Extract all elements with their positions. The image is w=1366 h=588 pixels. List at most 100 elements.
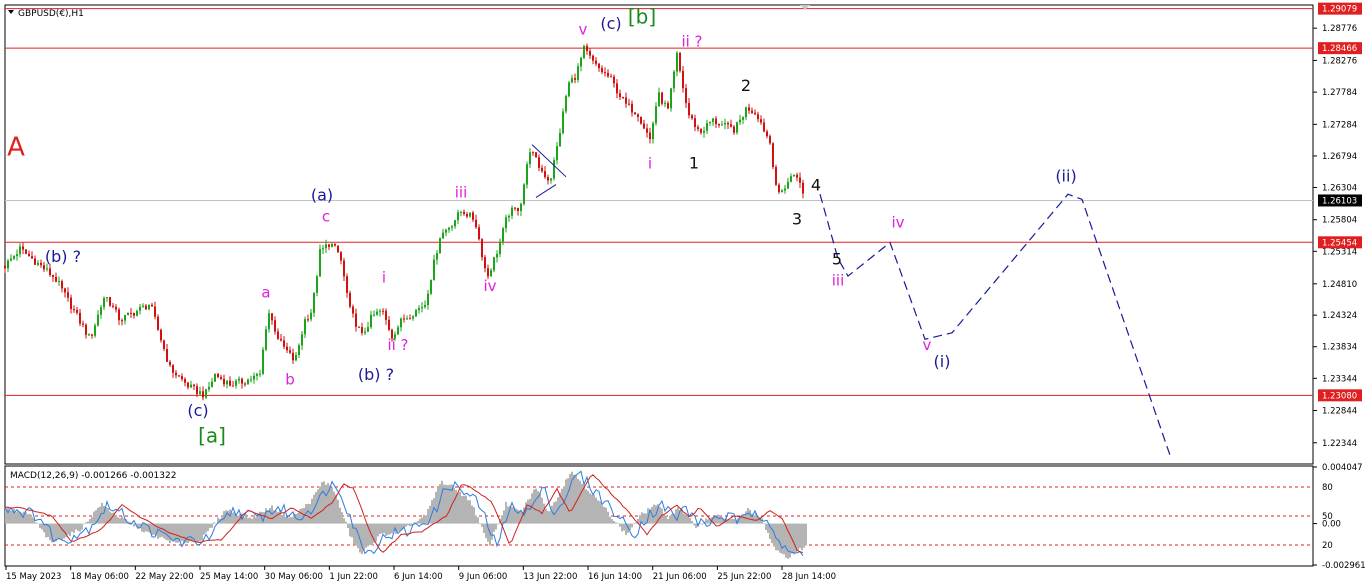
candle-body: [499, 241, 501, 255]
candle-body: [679, 52, 681, 71]
macd-histogram-bar: [77, 523, 79, 531]
macd-histogram-bar: [457, 492, 459, 524]
macd-histogram-bar: [453, 487, 455, 524]
candle-body: [658, 92, 660, 107]
candle-body: [382, 310, 384, 312]
macd-histogram-bar: [93, 511, 95, 524]
candle-body: [577, 66, 579, 80]
time-tick-label: 18 May 06:00: [71, 572, 129, 582]
macd-histogram-bar: [631, 523, 633, 528]
wave-label: (b) ?: [45, 247, 81, 266]
candle-body: [97, 314, 99, 326]
candle-body: [556, 146, 558, 161]
macd-histogram-bar: [685, 514, 687, 524]
time-tick-label: 6 Jun 14:00: [394, 572, 443, 582]
macd-histogram-bar: [339, 507, 341, 524]
candle-body: [103, 297, 105, 308]
candle-body: [337, 245, 339, 253]
macd-histogram-bar: [189, 523, 191, 542]
candle-body: [436, 253, 438, 260]
macd-histogram-bar: [213, 522, 215, 524]
wave-label: i: [648, 154, 652, 172]
candle-body: [433, 259, 435, 280]
candle-body: [721, 124, 723, 126]
candle-body: [616, 83, 618, 94]
candle-body: [745, 107, 747, 118]
candle-body: [643, 123, 645, 129]
macd-histogram-bar: [15, 512, 17, 524]
macd-histogram-bar: [473, 507, 475, 524]
macd-histogram-bar: [549, 511, 551, 524]
macd-histogram-bar: [11, 510, 13, 524]
price-tick-label: 1.25314: [1322, 247, 1357, 257]
macd-histogram-bar: [691, 520, 693, 524]
macd-histogram-bar: [61, 523, 63, 541]
macd-histogram-bar: [801, 523, 803, 551]
macd-histogram-bar: [323, 481, 325, 524]
macd-histogram-bar: [783, 523, 785, 555]
macd-histogram-bar: [133, 523, 135, 527]
macd-histogram-bar: [233, 512, 235, 524]
candle-body: [217, 373, 219, 378]
macd-histogram-bar: [605, 507, 607, 524]
macd-histogram-bar: [667, 518, 669, 524]
macd-histogram-bar: [789, 523, 791, 558]
time-tick-label: 13 Jun 22:00: [523, 572, 577, 582]
macd-histogram-bar: [617, 523, 619, 524]
macd-histogram-bar: [421, 517, 423, 524]
macd-histogram-bar: [177, 523, 179, 543]
candle-body: [757, 114, 759, 120]
macd-histogram-bar: [495, 523, 497, 530]
candle-body: [187, 382, 189, 388]
time-tick-label: 21 Jun 06:00: [653, 572, 707, 582]
macd-histogram-bar: [53, 523, 55, 543]
macd-histogram-bar: [137, 523, 139, 529]
macd-histogram-bar: [319, 486, 321, 524]
candle-body: [373, 314, 375, 316]
candle-body: [769, 136, 771, 144]
candle-body: [754, 112, 756, 115]
macd-histogram-bar: [115, 514, 117, 524]
candle-body: [742, 117, 744, 120]
wave-label: (b) ?: [358, 365, 394, 384]
candle-body: [292, 352, 294, 361]
candle-body: [601, 68, 603, 73]
candle-body: [283, 340, 285, 347]
candle-body: [262, 349, 264, 374]
macd-histogram-bar: [729, 519, 731, 524]
candle-body: [277, 331, 279, 339]
wave-label: v: [579, 20, 588, 38]
candle-body: [529, 152, 531, 165]
candle-body: [280, 338, 282, 341]
candle-body: [520, 203, 522, 212]
candle-body: [640, 116, 642, 124]
candle-body: [160, 329, 162, 341]
candle-body: [727, 122, 729, 125]
candle-body: [475, 219, 477, 228]
macd-histogram-bar: [591, 494, 593, 524]
macd-histogram-bar: [587, 490, 589, 524]
candle-body: [604, 72, 606, 74]
candle-body: [358, 326, 360, 328]
macd-histogram-bar: [573, 474, 575, 524]
candle-body: [550, 178, 552, 181]
time-tick-label: 25 May 14:00: [200, 572, 258, 582]
candle-body: [115, 306, 117, 310]
candle-body: [109, 297, 111, 306]
candle-body: [4, 265, 6, 269]
macd-histogram-bar: [695, 523, 697, 528]
macd-histogram-bar: [481, 523, 483, 527]
candle-body: [49, 268, 51, 275]
candle-body: [655, 106, 657, 124]
price-tick-label: 1.25804: [1322, 216, 1357, 226]
wave-label: (ii): [1055, 166, 1076, 185]
candle-body: [370, 314, 372, 328]
time-tick-label: 9 Jun 06:00: [459, 572, 508, 582]
candle-body: [694, 118, 696, 128]
macd-histogram-bar: [355, 523, 357, 546]
candle-body: [700, 129, 702, 133]
price-tick-label: 1.24324: [1322, 311, 1357, 321]
time-tick-label: 28 Jun 14:00: [782, 572, 836, 582]
wave-label: iii: [455, 183, 468, 201]
macd-histogram-bar: [375, 523, 377, 542]
